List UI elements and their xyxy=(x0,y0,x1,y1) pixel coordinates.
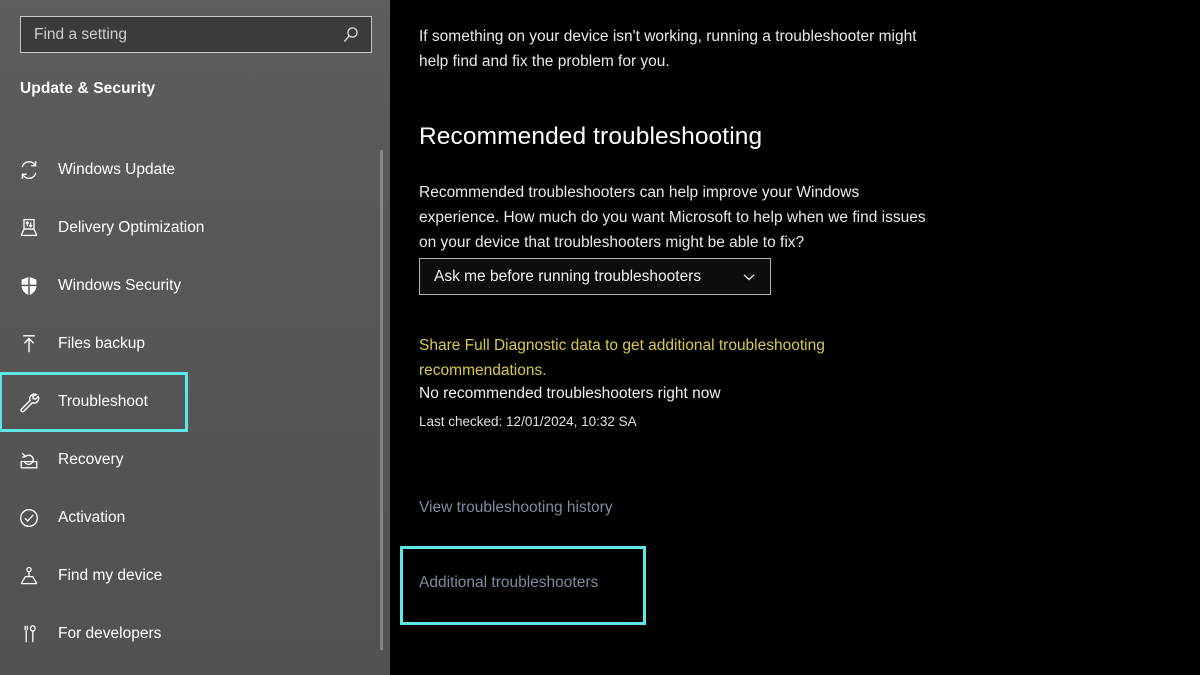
upload-arrow-icon xyxy=(12,327,46,361)
sidebar-scrollbar[interactable] xyxy=(380,150,383,650)
sidebar-item-label: Windows Security xyxy=(58,277,182,294)
sidebar-item-delivery-optimization[interactable]: Delivery Optimization xyxy=(0,199,390,257)
sidebar-item-windows-security[interactable]: Windows Security xyxy=(0,257,390,315)
sidebar-item-label: Files backup xyxy=(58,335,146,352)
page-title: Update & Security xyxy=(20,80,156,97)
section-heading: Recommended troubleshooting xyxy=(419,123,763,150)
main-content: If something on your device isn't workin… xyxy=(390,0,1200,675)
sync-refresh-icon xyxy=(12,153,46,187)
sidebar-item-label: Windows Update xyxy=(58,161,176,178)
settings-window: Update & Security Windows Update xyxy=(0,0,1200,675)
sidebar-item-label: Recovery xyxy=(58,451,124,468)
recovery-restore-icon xyxy=(12,443,46,477)
sidebar-item-find-my-device[interactable]: Find my device xyxy=(0,547,390,605)
sidebar-item-label: Activation xyxy=(58,509,126,526)
sidebar-item-windows-update[interactable]: Windows Update xyxy=(0,141,390,199)
sidebar-item-activation[interactable]: Activation xyxy=(0,489,390,547)
chevron-down-icon[interactable] xyxy=(740,268,758,286)
sidebar-nav: Windows Update Delivery Optimization Win… xyxy=(0,141,390,663)
search-box[interactable] xyxy=(20,16,372,53)
description-text: Recommended troubleshooters can help imp… xyxy=(419,184,926,251)
troubleshooting-level-dropdown[interactable]: Ask me before running troubleshooters xyxy=(419,258,771,295)
sidebar-item-for-developers[interactable]: For developers xyxy=(0,605,390,663)
view-troubleshooting-history-link[interactable]: View troubleshooting history xyxy=(419,499,613,517)
search-icon[interactable] xyxy=(341,25,361,45)
sidebar-item-files-backup[interactable]: Files backup xyxy=(0,315,390,373)
additional-troubleshooters-link[interactable]: Additional troubleshooters xyxy=(419,574,598,592)
share-diagnostic-data-link[interactable]: Share Full Diagnostic data to get additi… xyxy=(419,333,889,383)
tools-icon xyxy=(12,617,46,651)
status-text: No recommended troubleshooters right now xyxy=(419,385,721,402)
sidebar: Update & Security Windows Update xyxy=(0,0,390,675)
sidebar-item-recovery[interactable]: Recovery xyxy=(0,431,390,489)
last-checked-text: Last checked: 12/01/2024, 10:32 SA xyxy=(419,414,637,429)
search-input[interactable] xyxy=(34,25,341,44)
sidebar-item-troubleshoot[interactable]: Troubleshoot xyxy=(0,372,188,432)
intro-text: If something on your device isn't workin… xyxy=(419,28,917,70)
wrench-icon xyxy=(12,385,46,419)
sidebar-item-label: Find my device xyxy=(58,567,163,584)
sidebar-item-label: For developers xyxy=(58,625,162,642)
sidebar-item-label: Delivery Optimization xyxy=(58,219,205,236)
dropdown-selected-value: Ask me before running troubleshooters xyxy=(434,267,702,285)
sidebar-item-label: Troubleshoot xyxy=(58,393,148,410)
shield-icon xyxy=(12,269,46,303)
location-person-icon xyxy=(12,559,46,593)
delivery-upload-icon xyxy=(12,211,46,245)
check-circle-icon xyxy=(12,501,46,535)
